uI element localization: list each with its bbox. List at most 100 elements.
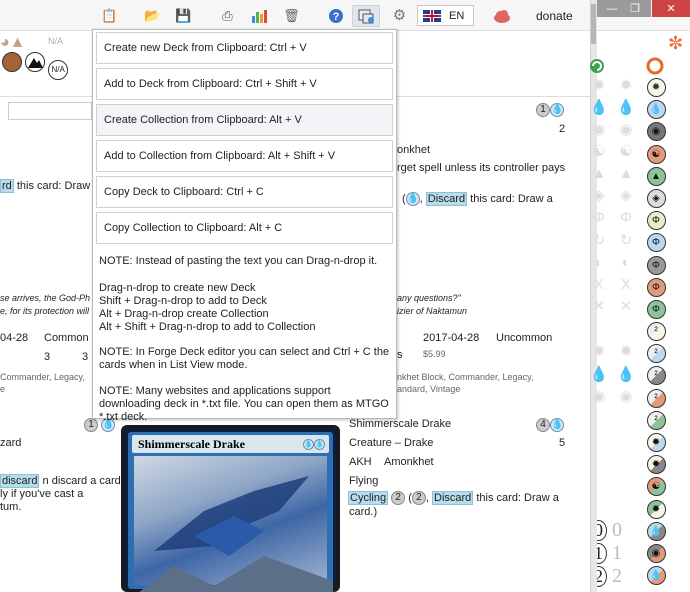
- black-mana-icon[interactable]: ◉: [646, 122, 666, 142]
- donate-link[interactable]: donate: [536, 9, 573, 23]
- grey2-q-icon[interactable]: ◐: [617, 253, 636, 272]
- red-mana-icon[interactable]: ☯: [646, 144, 666, 164]
- hybrid-gw-icon[interactable]: ✹: [646, 499, 666, 519]
- grey2-drop2-icon[interactable]: 💧: [617, 364, 636, 383]
- colorless-mana-icon[interactable]: ◈: [646, 188, 666, 208]
- phyrexian-black-icon[interactable]: Φ: [646, 255, 666, 275]
- grey-tap-icon[interactable]: ↻: [590, 230, 609, 249]
- blue-mana-icon[interactable]: 💧: [646, 100, 666, 120]
- card-image-title: Shimmerscale Drake 💧 💧: [132, 435, 329, 453]
- hybrid-br-icon[interactable]: ◉: [646, 543, 666, 563]
- left-tum-line: tum.: [0, 501, 22, 513]
- mid-counter-text: rget spell unless its controller pays: [397, 162, 566, 174]
- scrollbar-thumb[interactable]: [591, 4, 596, 44]
- menu-copy-collection-to-clipboard[interactable]: Copy Collection to Clipboard: Alt + C: [96, 212, 393, 244]
- open-folder-icon[interactable]: 📂: [144, 7, 161, 24]
- left-formats-2: e: [0, 384, 6, 394]
- hybrid-wu-icon[interactable]: ✹: [646, 433, 666, 452]
- menu-add-to-collection-from-clipboard[interactable]: Add to Collection from Clipboard: Alt + …: [96, 140, 393, 172]
- paste-icon[interactable]: 📋: [101, 7, 118, 24]
- search-input[interactable]: [8, 102, 92, 120]
- hybrid-ur-icon[interactable]: 💧: [646, 566, 666, 586]
- left-formats: Commander, Legacy,: [0, 372, 85, 382]
- grey2-skull2-icon[interactable]: ◉: [617, 386, 636, 405]
- language-selector[interactable]: EN: [417, 5, 474, 26]
- grey2-sun2-icon[interactable]: ✹: [617, 342, 636, 361]
- grey2-x2-icon[interactable]: ✕: [617, 297, 636, 316]
- mid-s: s: [397, 349, 403, 361]
- grey-drop-icon[interactable]: 💧: [590, 97, 609, 116]
- faded-filter-icons: ◕▲: [0, 34, 26, 51]
- menu-create-collection-from-clipboard[interactable]: Create Collection from Clipboard: Alt + …: [96, 104, 393, 136]
- detail-keyword: Flying: [349, 475, 379, 487]
- color-symbol-column: ✹ 💧 ◉ ☯ ▲ ◈ Φ Φ Φ Φ Φ ² ² ² ² ² ✹ ✹ ☯ ✹ …: [644, 45, 668, 588]
- grey-diamond-icon[interactable]: ◈: [590, 186, 609, 205]
- phyrexian-green-icon[interactable]: Φ: [646, 299, 666, 319]
- grey-tree-icon[interactable]: ▲: [590, 164, 609, 183]
- mid-rarity: Uncommon: [496, 332, 553, 344]
- help-icon[interactable]: ?: [327, 7, 344, 24]
- close-button[interactable]: ✕: [652, 0, 690, 17]
- card-image[interactable]: Shimmerscale Drake 💧 💧: [121, 425, 340, 592]
- hybrid-rg-icon[interactable]: ☯: [646, 477, 666, 497]
- chart-icon[interactable]: [250, 7, 267, 24]
- note-websites: NOTE: Many websites and applications sup…: [99, 385, 389, 423]
- grey2-x-icon[interactable]: X: [617, 275, 636, 294]
- svg-text:?: ?: [332, 11, 339, 23]
- grey-sun-icon[interactable]: ✹: [590, 75, 609, 94]
- note-drag-n-drop: NOTE: Instead of pasting the text you ca…: [99, 255, 378, 267]
- grey2-skull-icon[interactable]: ◉: [617, 119, 636, 138]
- grey-skull2-icon[interactable]: ◉: [590, 386, 609, 405]
- grey-sun2-icon[interactable]: ✹: [590, 342, 609, 361]
- green-mana-icon[interactable]: ▲: [646, 166, 666, 186]
- menu-add-to-deck-from-clipboard[interactable]: Add to Deck from Clipboard: Ctrl + Shift…: [96, 68, 393, 100]
- menu-copy-deck-to-clipboard[interactable]: Copy Deck to Clipboard: Ctrl + C: [96, 176, 393, 208]
- save-icon[interactable]: 💾: [175, 7, 192, 24]
- hybrid-2r-icon[interactable]: ²: [646, 388, 666, 408]
- hybrid-wb-icon[interactable]: ✹: [646, 455, 666, 475]
- grey2-diamond-icon[interactable]: ◈: [617, 186, 636, 205]
- grey2-drop-icon[interactable]: 💧: [617, 97, 636, 116]
- left-num1: 3: [44, 351, 51, 363]
- grey-x-icon[interactable]: X: [590, 275, 609, 294]
- grey-skull-icon[interactable]: ◉: [590, 119, 609, 138]
- gear-icon[interactable]: ⚙: [391, 7, 408, 24]
- grey-x2-icon[interactable]: ✕: [590, 297, 609, 316]
- print-icon[interactable]: ⎙: [219, 7, 236, 24]
- na-filter-button[interactable]: N/A: [48, 60, 69, 80]
- grey-flame-icon[interactable]: ☯: [590, 142, 609, 161]
- mid-question: any questions?": [397, 293, 461, 303]
- grey2-sun-icon[interactable]: ✹: [617, 75, 636, 94]
- grey2-tree-icon[interactable]: ▲: [617, 164, 636, 183]
- phyrexian-white-icon[interactable]: Φ: [646, 211, 666, 231]
- grey2-tap-icon[interactable]: ↻: [617, 230, 636, 249]
- mid-block-2: andard, Vintage: [397, 384, 461, 394]
- mid-block: nkhet Block, Commander, Legacy,: [397, 372, 534, 382]
- clipboard-menu-icon[interactable]: [352, 5, 380, 27]
- hybrid-ub-icon[interactable]: 💧: [646, 521, 666, 541]
- note-forge-editor: NOTE: In Forge Deck editor you can selec…: [99, 346, 390, 371]
- hybrid-2u-icon[interactable]: ²: [646, 344, 666, 364]
- red-filter-icon[interactable]: [2, 52, 22, 72]
- top-toolbar: 📋 📂 💾 ⎙ 🗑 ? ⚙ EN donate — ❐ ✕: [0, 0, 690, 31]
- trash-icon[interactable]: 🗑: [283, 7, 300, 24]
- white-mana-icon[interactable]: ✹: [646, 78, 666, 97]
- phyrexian-blue-icon[interactable]: Φ: [646, 233, 666, 253]
- menu-create-deck-from-clipboard[interactable]: Create new Deck from Clipboard: Ctrl + V: [96, 32, 393, 64]
- grey-q-icon[interactable]: ◐: [590, 253, 609, 272]
- grey-phi-icon[interactable]: Φ: [590, 208, 609, 227]
- restore-button[interactable]: ❐: [619, 0, 651, 17]
- spinner-icon[interactable]: ✼: [668, 33, 683, 54]
- hybrid-2g-icon[interactable]: ²: [646, 410, 666, 430]
- hybrid-2b-icon[interactable]: ²: [646, 366, 666, 386]
- detail-set-code: AKH: [349, 456, 372, 468]
- grey-drop2-icon[interactable]: 💧: [590, 364, 609, 383]
- hybrid-2w-icon[interactable]: ²: [646, 322, 666, 342]
- phyrexian-red-icon[interactable]: Φ: [646, 277, 666, 297]
- grey2-flame-icon[interactable]: ☯: [617, 142, 636, 161]
- grey-symbol-column-2: ✹ 💧 ◉ ☯ ▲ ◈ Φ ↻ ◐ X ✕ ✹ 💧 ◉: [614, 45, 638, 408]
- cloud-icon[interactable]: [493, 7, 510, 24]
- grey2-phi-icon[interactable]: Φ: [617, 208, 636, 227]
- mountain-filter-icon[interactable]: [25, 52, 46, 72]
- grey-symbol-column: ✹ 💧 ◉ ☯ ▲ ◈ Φ ↻ ◐ X ✕ ✹ 💧 ◉: [587, 45, 611, 408]
